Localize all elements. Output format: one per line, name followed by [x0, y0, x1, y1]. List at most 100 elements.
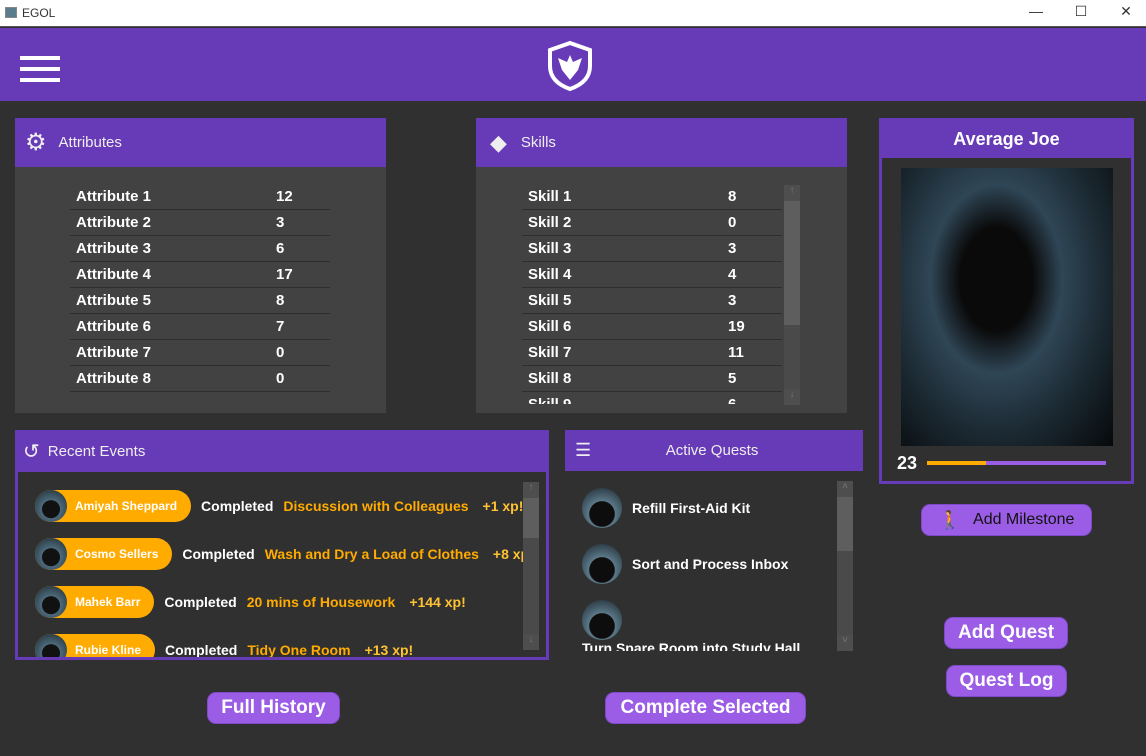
row-name: Skill 5: [528, 292, 572, 309]
row-name: Attribute 4: [76, 266, 151, 283]
user-name: Mahek Barr: [75, 595, 141, 609]
table-row: Skill 4 4: [522, 262, 782, 288]
quests-scrollbar[interactable]: ˄ ˅: [837, 481, 853, 651]
table-row: Attribute 1 12: [70, 184, 330, 210]
quest-avatar: [582, 544, 622, 584]
event-action: Completed: [165, 642, 238, 658]
row-name: Skill 1: [528, 188, 572, 205]
minimize-button[interactable]: —: [1026, 3, 1046, 19]
diamond-icon: ◆: [490, 129, 507, 155]
history-icon: ↺: [23, 440, 40, 463]
add-milestone-button[interactable]: 🚶 Add Milestone: [921, 504, 1092, 536]
row-value: 3: [728, 240, 737, 257]
event-item: Rubie Kline Completed Tidy One Room +13 xp!: [35, 634, 414, 658]
row-value: 8: [728, 188, 737, 205]
event-action: Completed: [164, 594, 237, 610]
table-row: Skill 1 8: [522, 184, 782, 210]
profile-avatar: [901, 168, 1113, 446]
title-bar: EGOL — ☐ ✕: [0, 0, 1146, 27]
row-name: Attribute 3: [76, 240, 151, 257]
user-chip[interactable]: Rubie Kline: [35, 634, 156, 657]
recent-events-list: Amiyah Sheppard Completed Discussion with …: [15, 472, 549, 660]
event-quest: Wash and Dry a Load of Clothes: [264, 546, 479, 562]
table-row: Attribute 2 3: [70, 210, 330, 236]
active-quests-list: Refill First-Aid Kit Sort and Process Inb…: [565, 471, 863, 651]
attributes-header: ⚙ Attributes: [15, 118, 386, 167]
numbered-list-icon: ☰: [575, 440, 592, 460]
row-name: Skill 2: [528, 214, 572, 231]
skills-title: Skills: [520, 134, 556, 151]
event-quest: Tidy One Room: [247, 642, 351, 658]
quest-item[interactable]: Turn Spare Room into Study Hall: [582, 600, 800, 651]
user-name: Amiyah Sheppard: [75, 499, 178, 513]
table-row: Skill 8 5: [522, 366, 782, 392]
table-row: Skill 6 19: [522, 314, 782, 340]
user-chip[interactable]: Amiyah Sheppard: [35, 490, 192, 522]
row-name: Skill 3: [528, 240, 572, 257]
events-scrollbar[interactable]: ↑ ↓: [523, 482, 539, 650]
row-value: 19: [728, 318, 745, 335]
user-avatar: [35, 586, 67, 618]
row-value: 3: [728, 292, 737, 309]
quest-title: Turn Spare Room into Study Hall: [582, 640, 801, 651]
table-row: Attribute 8 0: [70, 366, 330, 392]
user-name: Cosmo Sellers: [75, 547, 159, 561]
skills-scrollbar[interactable]: ↑ ↓: [784, 185, 800, 405]
quest-title: Sort and Process Inbox: [632, 556, 789, 572]
user-chip[interactable]: Mahek Barr: [35, 586, 155, 618]
row-value: 6: [276, 240, 285, 257]
user-chip[interactable]: Cosmo Sellers: [35, 538, 173, 570]
row-name: Attribute 8: [76, 370, 151, 387]
user-avatar: [35, 538, 67, 570]
table-row: Attribute 3 6: [70, 236, 330, 262]
attributes-table: Attribute 1 12 Attribute 2 3 Attribute 3 6 Att…: [15, 167, 386, 413]
table-row: Skill 7 11: [522, 340, 782, 366]
attributes-title: Attributes: [58, 134, 122, 151]
full-history-button[interactable]: Full History: [207, 692, 340, 724]
row-value: 6: [728, 396, 736, 404]
row-name: Attribute 5: [76, 292, 151, 309]
row-name: Attribute 2: [76, 214, 151, 231]
row-value: 0: [276, 344, 285, 361]
profile-card: Average Joe 23: [879, 118, 1134, 484]
row-name: Skill 9: [528, 396, 571, 404]
hiker-icon: 🚶: [938, 509, 962, 530]
active-quests-title: Active Quests: [665, 442, 759, 459]
quest-item[interactable]: Refill First-Aid Kit: [582, 488, 750, 528]
hamburger-menu-icon[interactable]: [20, 56, 60, 84]
row-name: Skill 6: [528, 318, 572, 335]
gears-icon: ⚙: [25, 129, 47, 156]
event-xp: +144 xp!: [409, 594, 466, 610]
event-xp: +13 xp!: [364, 642, 414, 658]
event-xp: +1 xp!: [482, 498, 524, 514]
complete-selected-button[interactable]: Complete Selected: [605, 692, 806, 724]
row-name: Attribute 6: [76, 318, 151, 335]
quest-log-button[interactable]: Quest Log: [946, 665, 1067, 697]
close-button[interactable]: ✕: [1116, 3, 1136, 20]
add-quest-button[interactable]: Add Quest: [944, 617, 1068, 649]
table-row: Attribute 5 8: [70, 288, 330, 314]
row-name: Skill 8: [528, 370, 572, 387]
active-quests-header: ☰ Active Quests: [565, 430, 863, 471]
row-value: 5: [728, 370, 737, 387]
event-item: Cosmo Sellers Completed Wash and Dry a Loa…: [35, 538, 534, 570]
add-milestone-label: Add Milestone: [973, 511, 1075, 528]
skills-header: ◆ Skills: [476, 118, 847, 167]
quest-item[interactable]: Sort and Process Inbox: [582, 544, 788, 584]
row-value: 12: [276, 188, 293, 205]
recent-events-title: Recent Events: [47, 442, 146, 460]
level-number: 23: [897, 453, 918, 473]
row-value: 3: [276, 214, 285, 231]
row-value: 4: [728, 266, 737, 283]
table-row: Skill 2 0: [522, 210, 782, 236]
app-icon: [5, 7, 17, 18]
row-value: 0: [728, 214, 737, 231]
maximize-button[interactable]: ☐: [1071, 3, 1091, 20]
table-row: Attribute 7 0: [70, 340, 330, 366]
event-quest: 20 mins of Housework: [246, 594, 396, 610]
row-value: 17: [276, 266, 293, 283]
user-avatar: [35, 634, 67, 657]
row-name: Attribute 7: [76, 344, 151, 361]
row-value: 11: [728, 344, 744, 361]
row-name: Skill 4: [528, 266, 572, 283]
